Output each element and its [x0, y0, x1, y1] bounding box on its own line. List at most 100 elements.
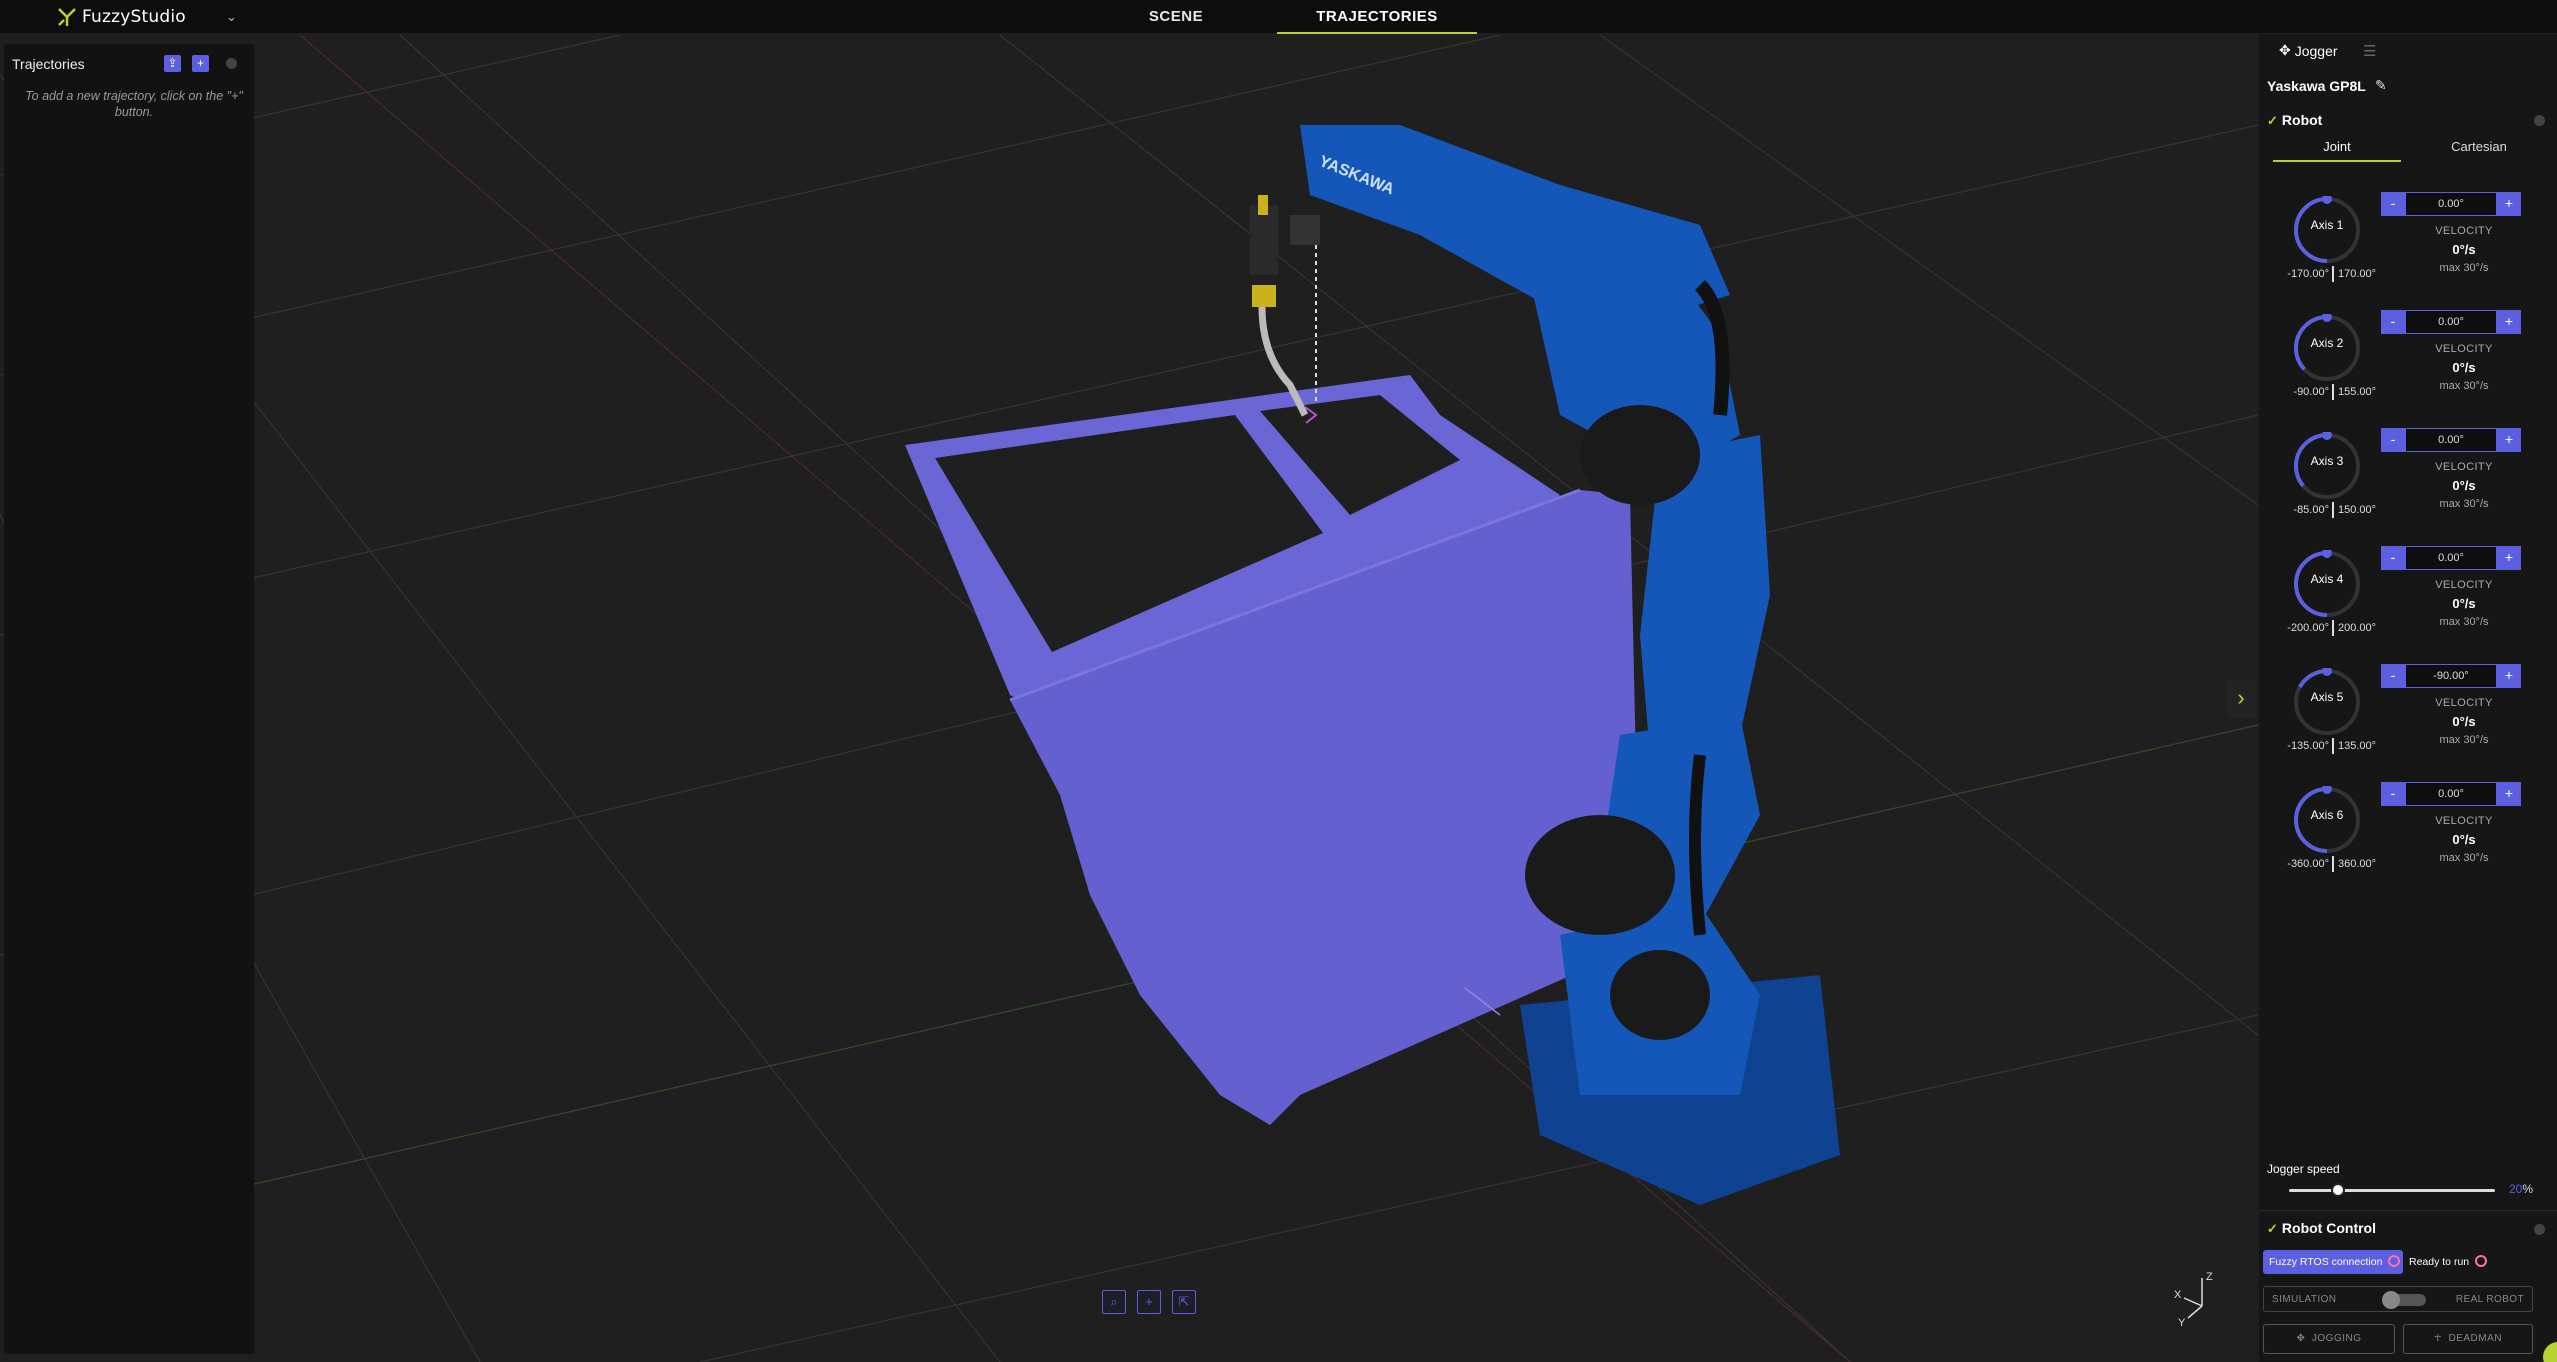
chevron-down-icon: ✓: [2267, 1221, 2278, 1236]
velocity-value: 0°/s: [2452, 478, 2476, 493]
panel-header: ✥ Jogger ☰: [2259, 34, 2557, 66]
axis-value-input[interactable]: -90.00°: [2405, 664, 2497, 688]
tab-jogger[interactable]: ✥ Jogger: [2279, 42, 2338, 59]
import-trajectory-button[interactable]: ⇪: [164, 55, 181, 72]
robot-control-header[interactable]: ✓ Robot Control: [2267, 1220, 2376, 1237]
app-root: YASKAWA Trajectories ⇪ + To add a new tr…: [0, 0, 2557, 1362]
velocity-label: VELOCITY: [2435, 579, 2493, 591]
move-tool-icon[interactable]: +: [1137, 1290, 1161, 1314]
settings-sliders-icon[interactable]: ☰: [2363, 42, 2376, 60]
app-logo[interactable]: FuzzyStudio: [56, 6, 186, 28]
axis-stepper: -0.00° +: [2381, 546, 2521, 570]
decrement-button[interactable]: -: [2381, 310, 2405, 334]
axis-value-input[interactable]: 0.00°: [2405, 310, 2497, 334]
axis-value-input[interactable]: 0.00°: [2405, 546, 2497, 570]
decrement-button[interactable]: -: [2381, 428, 2405, 452]
decrement-button[interactable]: -: [2381, 546, 2405, 570]
increment-button[interactable]: +: [2497, 664, 2521, 688]
axis-gizmo: Z X Y: [2174, 1271, 2213, 1328]
tab-trajectories[interactable]: TRAJECTORIES: [1277, 0, 1477, 34]
velocity-label: VELOCITY: [2435, 461, 2493, 473]
decrement-button[interactable]: -: [2381, 782, 2405, 806]
axis-min-limit: -360.00°: [2287, 858, 2329, 870]
select-tool-icon[interactable]: ⇱: [1172, 1290, 1196, 1314]
axis-stepper: - -90.00° +: [2381, 664, 2521, 688]
robot-section-header[interactable]: ✓ Robot: [2267, 112, 2322, 129]
axis-dial-handle[interactable]: [2322, 668, 2332, 676]
axis-dial-handle[interactable]: [2322, 786, 2332, 794]
velocity-label: VELOCITY: [2435, 697, 2493, 709]
axis-max-limit: 135.00°: [2338, 740, 2377, 752]
axis-value-input[interactable]: 0.00°: [2405, 782, 2497, 806]
decrement-button[interactable]: -: [2381, 664, 2405, 688]
increment-button[interactable]: +: [2497, 546, 2521, 570]
limit-separator: [2332, 384, 2334, 400]
axis-name: Axis 6: [2310, 808, 2344, 822]
tab-cartesian[interactable]: Cartesian: [2415, 138, 2543, 162]
add-trajectory-button[interactable]: +: [192, 55, 209, 72]
move-icon: ✥: [2279, 42, 2291, 58]
tab-joint[interactable]: Joint: [2273, 138, 2401, 162]
jogging-label: JOGGING: [2311, 1333, 2362, 1344]
jogger-speed-handle[interactable]: [2331, 1183, 2345, 1197]
divider: [2259, 1210, 2557, 1211]
help-button[interactable]: [2543, 1342, 2557, 1362]
welding-torch: [1250, 195, 1320, 424]
toggle-knob[interactable]: [2382, 1291, 2400, 1309]
velocity-max: max 30°/s: [2439, 498, 2489, 510]
jogging-button[interactable]: ✥ JOGGING: [2263, 1324, 2395, 1354]
increment-button[interactable]: +: [2497, 310, 2521, 334]
axis-name: Axis 1: [2310, 218, 2344, 232]
axis-dial-handle[interactable]: [2322, 196, 2332, 204]
3d-viewport[interactable]: YASKAWA Trajectories ⇪ + To add a new tr…: [0, 35, 2258, 1362]
axis-dial-handle[interactable]: [2322, 550, 2332, 558]
increment-button[interactable]: +: [2497, 192, 2521, 216]
info-icon[interactable]: [2534, 115, 2545, 126]
edit-icon[interactable]: ✎: [2375, 77, 2387, 94]
jogger-tab-label: Jogger: [2294, 42, 2338, 59]
axis-min-limit: -200.00°: [2287, 622, 2329, 634]
status-indicator-icon: [2388, 1255, 2401, 1268]
velocity-label: VELOCITY: [2435, 815, 2493, 827]
deadman-button[interactable]: ☥ DEADMAN: [2403, 1324, 2533, 1354]
jogger-speed-slider[interactable]: [2289, 1189, 2495, 1192]
limit-separator: [2332, 856, 2334, 872]
expand-panel-button[interactable]: ›: [2226, 680, 2256, 718]
velocity-label: VELOCITY: [2435, 225, 2493, 237]
increment-button[interactable]: +: [2497, 782, 2521, 806]
scene-canvas[interactable]: YASKAWA: [0, 35, 2258, 1362]
axis-name: Axis 2: [2310, 336, 2344, 350]
real-robot-label: REAL ROBOT: [2455, 1294, 2524, 1305]
velocity-value: 0°/s: [2452, 714, 2476, 729]
axis-stepper: -0.00° +: [2381, 192, 2521, 216]
axis-name: Axis 3: [2310, 454, 2344, 468]
velocity-max: max 30°/s: [2439, 380, 2489, 392]
axis-dial-handle[interactable]: [2322, 432, 2332, 440]
trajectories-title: Trajectories: [12, 56, 85, 72]
increment-button[interactable]: +: [2497, 428, 2521, 452]
info-icon[interactable]: [2534, 1224, 2545, 1235]
axis-min-limit: -135.00°: [2287, 740, 2329, 752]
chevron-down-icon[interactable]: ⌄: [226, 9, 237, 25]
x-axis-label: X: [2174, 1289, 2182, 1301]
axis-value-input[interactable]: 0.00°: [2405, 192, 2497, 216]
zoom-fit-icon[interactable]: ⌕: [1102, 1290, 1126, 1314]
status-indicator-icon: [2475, 1255, 2488, 1268]
info-icon[interactable]: [226, 58, 237, 69]
velocity-max: max 30°/s: [2439, 262, 2489, 274]
axis-row: Axis 5 -135.00° 135.00° - -90.00° + VELOCITY 0°…: [2259, 664, 2557, 782]
chevron-down-icon: ✓: [2267, 113, 2278, 128]
velocity-label: VELOCITY: [2435, 343, 2493, 355]
trajectories-hint: To add a new trajectory, click on the "+…: [25, 89, 243, 119]
simulation-toggle-row: SIMULATION REAL ROBOT: [2263, 1286, 2533, 1312]
decrement-button[interactable]: -: [2381, 192, 2405, 216]
trajectories-panel: Trajectories ⇪ + To add a new trajectory…: [4, 44, 254, 1354]
axis-name: Axis 5: [2310, 690, 2344, 704]
jogger-speed-label: Jogger speed: [2267, 1162, 2340, 1176]
jogger-speed-value: 20%: [2509, 1182, 2534, 1196]
tab-scene[interactable]: SCENE: [1136, 0, 1216, 34]
rtos-connection-button[interactable]: Fuzzy RTOS connection: [2263, 1250, 2403, 1274]
simulation-label: SIMULATION: [2272, 1294, 2337, 1305]
axis-dial-handle[interactable]: [2322, 314, 2332, 322]
axis-value-input[interactable]: 0.00°: [2405, 428, 2497, 452]
